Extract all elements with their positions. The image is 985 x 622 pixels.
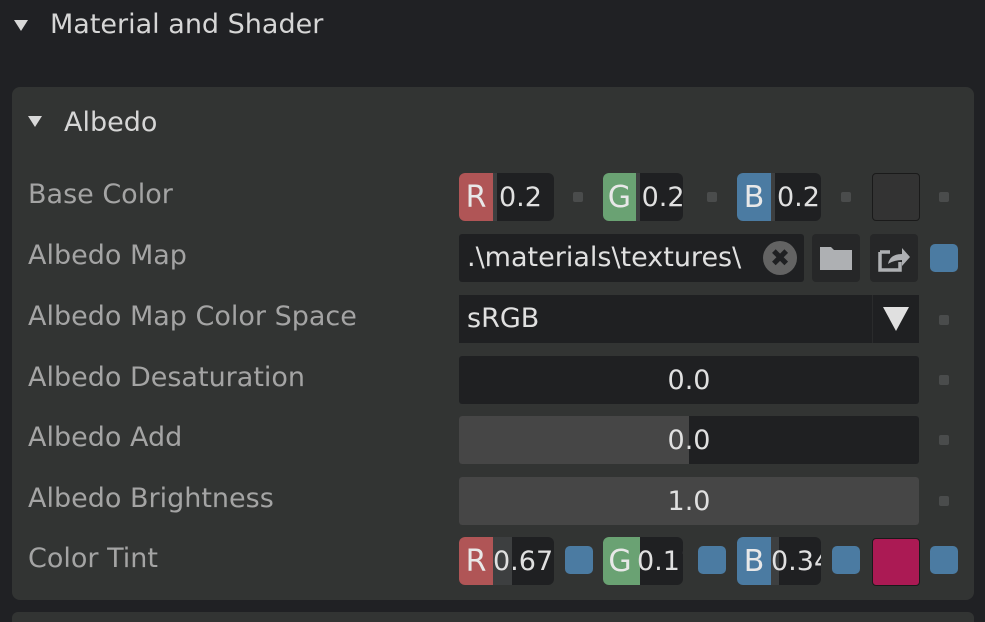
- albedo-map-row: Albedo Map .\materials\textures\ ✖: [12, 234, 974, 284]
- albedo-add-value: 0.0: [667, 424, 711, 456]
- base-color-swatch[interactable]: [872, 173, 920, 221]
- override-toggle-active[interactable]: [930, 546, 958, 574]
- r-value-wrap[interactable]: 0.67: [493, 537, 554, 585]
- albedo-map-label: Albedo Map: [28, 240, 187, 271]
- override-toggle[interactable]: [939, 435, 949, 445]
- override-toggle-active[interactable]: [832, 546, 860, 574]
- b-channel-tag: B: [737, 537, 771, 585]
- albedo-add-slider[interactable]: 0.0: [459, 416, 919, 464]
- override-toggle[interactable]: [707, 192, 717, 202]
- brightness-row: Albedo Brightness 1.0: [12, 477, 974, 527]
- r-channel-tag: R: [459, 537, 493, 585]
- color-tint-row: Color Tint R 0.67 G 0.11 B 0.34: [12, 537, 974, 587]
- b-channel-tag: B: [737, 173, 771, 221]
- r-value: 0.67: [493, 545, 554, 577]
- r-channel-tag: R: [459, 173, 493, 221]
- albedo-panel: Albedo Base Color R 0.2 G 0.2 B 0.2 Albe…: [12, 87, 974, 600]
- color-space-row: Albedo Map Color Space sRGB: [12, 295, 974, 345]
- desaturation-slider[interactable]: 0.0: [459, 356, 919, 404]
- albedo-title: Albedo: [64, 107, 158, 138]
- next-panel-edge: [12, 612, 974, 622]
- override-toggle[interactable]: [939, 496, 949, 506]
- export-icon: [878, 248, 910, 272]
- override-toggle-active[interactable]: [930, 244, 958, 272]
- color-space-dropdown[interactable]: sRGB: [459, 295, 919, 343]
- brightness-slider[interactable]: 1.0: [459, 477, 919, 525]
- open-external-button[interactable]: [870, 234, 918, 282]
- chevron-down-icon: [883, 307, 909, 331]
- override-toggle[interactable]: [841, 192, 851, 202]
- clear-x-icon[interactable]: ✖: [763, 241, 797, 275]
- g-value[interactable]: 0.2: [640, 173, 683, 221]
- override-toggle[interactable]: [939, 375, 949, 385]
- base-color-row: Base Color R 0.2 G 0.2 B 0.2: [12, 173, 974, 223]
- b-value: 0.34: [771, 545, 821, 577]
- color-tint-r-field[interactable]: R 0.67: [459, 537, 554, 585]
- base-color-g-field[interactable]: G 0.2: [603, 173, 683, 221]
- base-color-r-field[interactable]: R 0.2: [459, 173, 554, 221]
- override-toggle-active[interactable]: [565, 546, 593, 574]
- browse-button[interactable]: [812, 234, 860, 282]
- desaturation-value: 0.0: [667, 364, 711, 396]
- g-value-wrap[interactable]: 0.11: [637, 537, 683, 585]
- override-toggle[interactable]: [939, 192, 949, 202]
- color-space-selected: sRGB: [467, 303, 540, 334]
- color-space-label: Albedo Map Color Space: [28, 301, 357, 332]
- color-tint-swatch[interactable]: [872, 538, 920, 586]
- g-value: 0.11: [637, 545, 683, 577]
- override-toggle-active[interactable]: [698, 546, 726, 574]
- material-and-shader-header[interactable]: Material and Shader: [0, 0, 985, 56]
- dropdown-arrow-button[interactable]: [872, 295, 919, 343]
- g-channel-tag: G: [603, 173, 636, 221]
- albedo-add-row: Albedo Add 0.0: [12, 416, 974, 466]
- albedo-map-path-input[interactable]: .\materials\textures\ ✖: [459, 234, 804, 282]
- b-value[interactable]: 0.2: [775, 173, 820, 221]
- base-color-label: Base Color: [28, 179, 173, 210]
- collapse-triangle-icon[interactable]: [28, 116, 42, 127]
- brightness-value: 1.0: [667, 485, 711, 517]
- albedo-map-path[interactable]: .\materials\textures\: [467, 242, 762, 273]
- desaturation-label: Albedo Desaturation: [28, 362, 306, 393]
- g-channel-tag: G: [603, 537, 637, 585]
- r-value[interactable]: 0.2: [497, 173, 542, 221]
- folder-icon: [820, 247, 852, 270]
- override-toggle[interactable]: [939, 315, 949, 325]
- b-value-wrap[interactable]: 0.34: [771, 537, 821, 585]
- brightness-label: Albedo Brightness: [28, 483, 274, 514]
- collapse-triangle-icon[interactable]: [14, 20, 28, 31]
- color-tint-label: Color Tint: [28, 543, 158, 574]
- albedo-add-label: Albedo Add: [28, 422, 183, 453]
- albedo-header[interactable]: Albedo: [12, 87, 974, 157]
- section-title: Material and Shader: [50, 9, 324, 40]
- base-color-b-field[interactable]: B 0.2: [737, 173, 821, 221]
- desaturation-row: Albedo Desaturation 0.0: [12, 356, 974, 406]
- color-tint-b-field[interactable]: B 0.34: [737, 537, 821, 585]
- override-toggle[interactable]: [573, 192, 583, 202]
- color-tint-g-field[interactable]: G 0.11: [603, 537, 683, 585]
